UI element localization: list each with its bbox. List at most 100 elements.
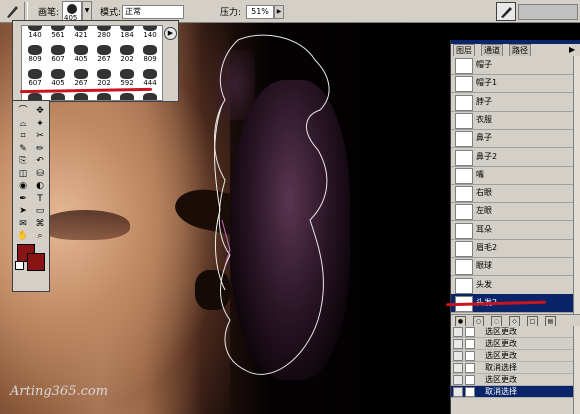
hand-tool-icon[interactable]: ✋ <box>15 228 31 244</box>
brush-preset[interactable]: 280 <box>93 26 115 42</box>
history-brush-source-checkbox[interactable] <box>453 327 463 337</box>
history-row[interactable]: 选区更改 <box>451 326 573 338</box>
brush-tip-icon <box>28 45 42 55</box>
brush-preset[interactable]: 444 <box>139 68 161 90</box>
brush-size-label: 267 <box>97 55 111 63</box>
layer-row[interactable]: 左眼 <box>451 202 573 222</box>
zoom-tool-icon[interactable]: ⌕ <box>32 228 48 244</box>
layer-name: 右眼 <box>476 188 492 198</box>
layer-row[interactable]: 头发 <box>451 276 573 295</box>
airbrush-toggle-button[interactable] <box>496 2 516 21</box>
brush-row: 809 607 405 267 202 809 <box>22 44 162 68</box>
layer-thumbnail <box>455 167 473 184</box>
history-row[interactable]: 取消选择 <box>451 386 573 398</box>
brush-label: 画笔: <box>38 8 60 18</box>
layer-row[interactable]: 右眼 <box>451 184 573 204</box>
layer-thumbnail <box>455 186 473 203</box>
tab-layers[interactable]: 图层 <box>453 44 475 56</box>
brush-size-label: 421 <box>74 31 88 39</box>
history-step-name: 选区更改 <box>485 351 517 360</box>
brush-preset[interactable]: 140 <box>139 26 161 42</box>
brush-preset[interactable]: 140 <box>70 92 92 100</box>
layer-row[interactable]: 脖子 <box>451 93 573 112</box>
panel-tabs: 图层 通道 路径 ▶ <box>453 44 579 56</box>
layer-row[interactable]: 鼻子2 <box>451 148 573 167</box>
brush-preset[interactable]: 561 <box>47 26 69 42</box>
brush-preset[interactable]: 592 <box>116 68 138 90</box>
layer-name: 衣服 <box>476 114 492 124</box>
brush-preset[interactable]: 405 <box>47 68 69 90</box>
brush-preset[interactable]: 202 <box>116 44 138 66</box>
tab-paths[interactable]: 路径 <box>509 44 531 56</box>
brush-preset[interactable]: 125 <box>47 92 69 100</box>
brush-size-label: 561 <box>51 31 65 39</box>
layer-row[interactable]: 鼻子 <box>451 129 573 149</box>
brush-tip-icon <box>51 45 65 55</box>
toolbox: ⌒ ✥ ⌓ ✦ ⌗ ✂ ✎ ✏ ⎘ ↶ ◫ ⛁ ◉ ◐ ✒ T ➤ ▭ ✉ ⌘ ✋ ⌕ <box>12 100 50 292</box>
history-row[interactable]: 取消选择 <box>451 362 573 374</box>
brush-preset[interactable] <box>116 92 138 100</box>
history-brush-source-checkbox[interactable] <box>453 363 463 373</box>
brush-preset[interactable]: 184 <box>116 26 138 42</box>
brush-tip-icon <box>74 93 88 100</box>
brush-size-label: 809 <box>28 55 42 63</box>
brush-preset[interactable]: 267 <box>93 44 115 66</box>
brush-preset[interactable]: 202 <box>93 68 115 90</box>
history-brush-source-checkbox[interactable] <box>453 351 463 361</box>
history-row[interactable]: 选区更改 <box>451 338 573 350</box>
layers-scrollbar[interactable] <box>573 56 580 316</box>
brush-tool-icon[interactable] <box>4 3 20 19</box>
history-scrollbar[interactable] <box>573 326 580 414</box>
brush-dropdown-arrow-icon[interactable]: ▼ <box>82 1 92 21</box>
brush-preset[interactable]: 809 <box>24 44 46 66</box>
brush-tip-icon <box>74 45 88 55</box>
brush-tip-icon <box>120 69 134 79</box>
history-state-icon <box>465 387 475 397</box>
brush-menu-arrow-icon[interactable]: ▶ <box>164 27 177 40</box>
layer-row[interactable]: 衣服 <box>451 111 573 130</box>
layer-row[interactable]: 耳朵 <box>451 221 573 240</box>
brush-size-label: 202 <box>97 79 111 87</box>
panel-menu-arrow-icon[interactable]: ▶ <box>569 45 575 54</box>
mode-select[interactable]: 正常 <box>122 5 184 19</box>
brush-preset[interactable]: 405 <box>70 44 92 66</box>
background-color-swatch[interactable] <box>27 253 45 271</box>
brush-preset[interactable]: 809 <box>139 44 161 66</box>
history-state-icon <box>465 327 475 337</box>
layer-row[interactable]: 眼球 <box>451 257 573 277</box>
brush-preset[interactable]: 270 <box>139 92 161 100</box>
mode-label: 模式: <box>100 8 122 18</box>
brush-preset[interactable]: 607 <box>47 44 69 66</box>
history-row[interactable]: 选区更改 <box>451 374 573 386</box>
layer-name: 帽子 <box>476 60 492 69</box>
history-brush-source-checkbox[interactable] <box>453 339 463 349</box>
history-row[interactable]: 选区更改 <box>451 350 573 362</box>
brush-tip-icon <box>97 45 111 55</box>
brush-tip-icon <box>51 69 65 79</box>
brush-size-label: 405 <box>51 79 65 87</box>
layer-row[interactable]: 嘴 <box>451 166 573 185</box>
layer-row[interactable]: 帽子 <box>451 56 573 75</box>
pressure-slider-arrow-icon[interactable]: ▶ <box>274 5 284 19</box>
history-brush-source-checkbox[interactable] <box>453 387 463 397</box>
layer-row[interactable]: 帽子1 <box>451 74 573 94</box>
default-colors-icon[interactable] <box>15 261 24 270</box>
brush-preset[interactable]: 421 <box>70 26 92 42</box>
brush-tip-icon <box>120 45 134 55</box>
layer-buttons: ● ○ ◌ ◇ □ ▤ <box>451 314 580 327</box>
layer-thumbnail <box>455 222 473 239</box>
brush-preset[interactable]: 755 <box>93 92 115 100</box>
history-state-icon <box>465 339 475 349</box>
brush-preset[interactable]: 607 <box>24 68 46 90</box>
layer-name: 左眼 <box>476 206 492 216</box>
brush-tip-icon <box>67 4 77 14</box>
pressure-field[interactable]: 51% <box>246 5 274 19</box>
brush-preset[interactable]: 267 <box>70 68 92 90</box>
layer-name: 帽子1 <box>476 78 498 88</box>
layer-row[interactable]: 眉毛2 <box>451 239 573 258</box>
history-brush-source-checkbox[interactable] <box>453 375 463 385</box>
brush-tip-icon <box>97 69 111 79</box>
palette-well[interactable] <box>518 4 578 20</box>
brush-preset[interactable]: 140 <box>24 26 46 42</box>
tab-channels[interactable]: 通道 <box>481 44 503 56</box>
